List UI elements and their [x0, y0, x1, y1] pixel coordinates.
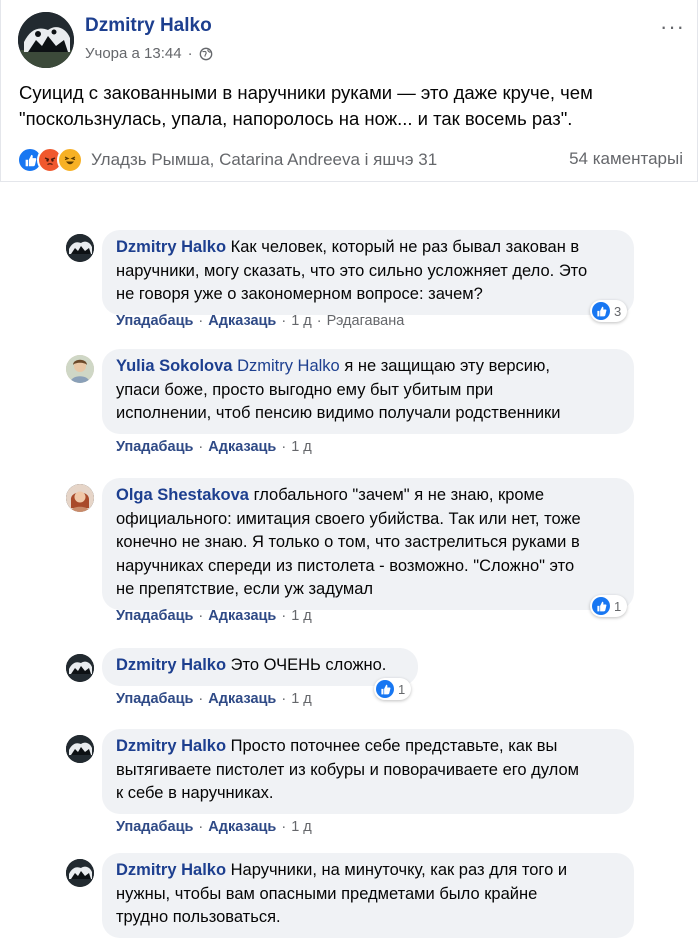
separator: ·: [281, 819, 287, 835]
comment-text-line: наручники, могу сказать, что это сильно …: [116, 261, 588, 280]
reply-button[interactable]: Адказаць: [208, 608, 276, 624]
separator: ·: [281, 439, 287, 455]
comment-text-line: не говоря уже о закономерном вопросе: за…: [116, 285, 483, 303]
comment-actions: Упадабаць · Адказаць · 1 д · Рэдагавана: [116, 313, 404, 329]
comment-like-count[interactable]: 1: [590, 595, 628, 617]
comment-author[interactable]: Dzmitry Halko: [116, 861, 226, 879]
comment-bubble: Olga Shestakova глобального "зачем" я не…: [102, 478, 634, 610]
separator: ·: [281, 691, 287, 707]
comment-mention[interactable]: Dzmitry Halko: [237, 357, 340, 375]
comment-text-line: вытягиваете пистолет из кобуры и поворач…: [116, 760, 580, 779]
comment-time[interactable]: 1 д: [291, 819, 312, 835]
reply-button[interactable]: Адказаць: [208, 819, 276, 835]
reply-button[interactable]: Адказаць: [208, 313, 276, 329]
comment-avatar[interactable]: [66, 355, 94, 383]
comment-author[interactable]: Dzmitry Halko: [116, 656, 226, 674]
like-count: 1: [398, 681, 406, 697]
comment-text-line: трудно пользоваться.: [116, 908, 281, 926]
comment-author[interactable]: Dzmitry Halko: [116, 737, 226, 755]
post-text-line: "поскользнулась, упала, напоролось на но…: [19, 108, 573, 129]
like-icon: [592, 302, 610, 320]
comment-actions: Упадабаць · Адказаць · 1 д: [116, 439, 312, 455]
comment-like-count[interactable]: 1: [374, 678, 412, 700]
comment-time[interactable]: 1 д: [291, 313, 312, 329]
separator: ·: [198, 439, 204, 455]
globe-icon: [199, 47, 212, 60]
comment-actions: Упадабаць · Адказаць · 1 д: [116, 819, 312, 835]
reply-button[interactable]: Адказаць: [208, 439, 276, 455]
comment-text-line: официального: имитация своего убийства. …: [116, 509, 581, 528]
comment-text-line: наручниках спереди из пистолета - возмож…: [116, 556, 575, 575]
comment-text-line: упаси боже, просто выгодно ему быт убиты…: [116, 380, 494, 399]
comment-time[interactable]: 1 д: [291, 608, 312, 624]
separator: ·: [198, 313, 204, 329]
post-author-avatar[interactable]: [18, 12, 74, 68]
post-card: Dzmitry Halko Учора а 13:44 · ··· Суицид…: [0, 0, 698, 182]
comment-text-line: Как человек, который не раз бывал закова…: [230, 238, 580, 256]
meta-dot: ·: [187, 45, 193, 62]
comment-bubble: Dzmitry Halko Просто поточнее себе предс…: [102, 729, 634, 814]
like-button[interactable]: Упадабаць: [116, 439, 193, 455]
comment-text-line: не препятствие, если уж задумал: [116, 580, 374, 598]
reaction-names[interactable]: Уладзь Рымша, Catarina Andreeva і яшчэ 3…: [91, 150, 437, 170]
post-time[interactable]: Учора а 13:44: [85, 45, 182, 62]
comment-author[interactable]: Yulia Sokolova: [116, 357, 232, 375]
comments-count[interactable]: 54 каментарыі: [569, 149, 683, 169]
comment-text-line: конечно не знаю. Я только о том, что зас…: [116, 533, 580, 551]
comment-avatar[interactable]: [66, 234, 94, 262]
post-author-name[interactable]: Dzmitry Halko: [85, 15, 212, 37]
separator: ·: [198, 691, 204, 707]
comment-avatar[interactable]: [66, 654, 94, 682]
reply-button[interactable]: Адказаць: [208, 691, 276, 707]
post-text-line: Суицид с закованными в наручники руками …: [19, 82, 593, 103]
comment-author[interactable]: Dzmitry Halko: [116, 238, 226, 256]
comment-text-line: Просто поточнее себе представьте, как вы: [230, 737, 558, 755]
like-count: 3: [614, 303, 622, 319]
comment-text-line: Это ОЧЕНЬ сложно.: [230, 656, 387, 674]
separator: ·: [281, 608, 287, 624]
comment-text-line: к себе в наручниках.: [116, 784, 274, 802]
like-button[interactable]: Упадабаць: [116, 691, 193, 707]
comment-avatar[interactable]: [66, 735, 94, 763]
separator: ·: [281, 313, 287, 329]
comment-time[interactable]: 1 д: [291, 691, 312, 707]
comment-like-count[interactable]: 3: [590, 300, 628, 322]
comment-text-line: исполнении, чтоб пенсию видимо получали …: [116, 404, 561, 422]
separator: ·: [198, 608, 204, 624]
comment-text-line: нужны, чтобы вам опасными предметами был…: [116, 884, 538, 903]
more-options-icon[interactable]: ···: [660, 14, 685, 40]
post-text: Суицид с закованными в наручники руками …: [19, 80, 679, 132]
like-count: 1: [614, 598, 622, 614]
like-icon: [376, 680, 394, 698]
reactions-summary[interactable]: Уладзь Рымша, Catarina Andreeva і яшчэ 3…: [17, 147, 437, 173]
comment-avatar[interactable]: [66, 859, 94, 887]
like-icon: [592, 597, 610, 615]
comment-actions: Упадабаць · Адказаць · 1 д: [116, 608, 312, 624]
comment-actions: Упадабаць · Адказаць · 1 д: [116, 691, 312, 707]
like-button[interactable]: Упадабаць: [116, 608, 193, 624]
edited-label[interactable]: Рэдагавана: [327, 313, 405, 329]
comment-text-line: я не защищаю эту версию,: [344, 357, 550, 375]
like-button[interactable]: Упадабаць: [116, 313, 193, 329]
comment-time[interactable]: 1 д: [291, 439, 312, 455]
comment-bubble: Dzmitry Halko Как человек, который не ра…: [102, 230, 634, 315]
separator: ·: [316, 313, 322, 329]
comment-text-line: Наручники, на минуточку, как раз для тог…: [230, 861, 568, 879]
comment-bubble: Dzmitry Halko Это ОЧЕНЬ сложно.: [102, 648, 418, 686]
post-meta: Учора а 13:44 ·: [85, 45, 213, 62]
comment-bubble: Yulia Sokolova Dzmitry Halko я не защища…: [102, 349, 634, 434]
haha-icon: [57, 147, 83, 173]
comment-avatar[interactable]: [66, 484, 94, 512]
separator: ·: [198, 819, 204, 835]
comment-text-line: глобального "зачем" я не знаю, кроме: [253, 486, 545, 504]
like-button[interactable]: Упадабаць: [116, 819, 193, 835]
comment-author[interactable]: Olga Shestakova: [116, 486, 249, 504]
comment-bubble: Dzmitry Halko Наручники, на минуточку, к…: [102, 853, 634, 938]
